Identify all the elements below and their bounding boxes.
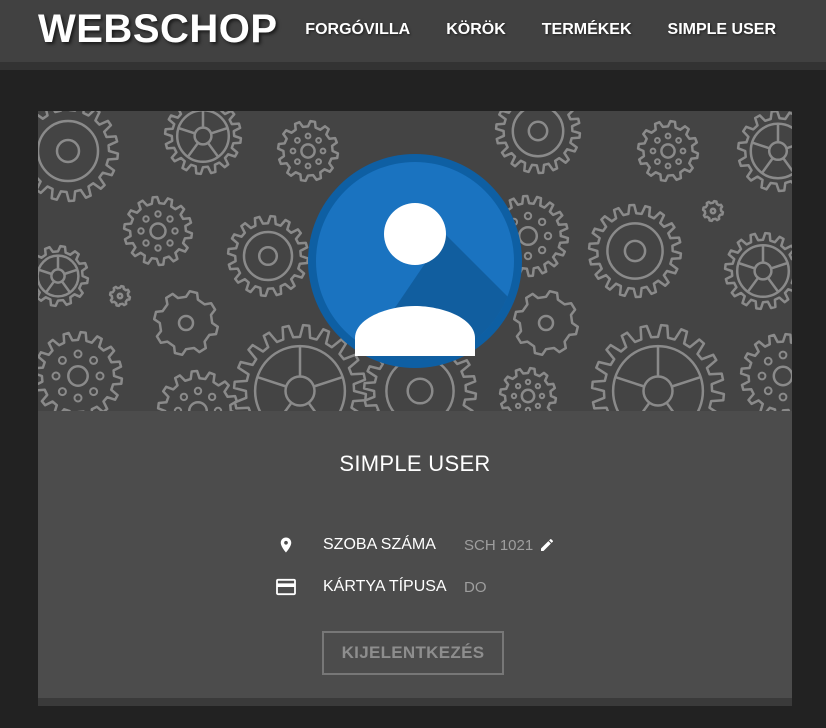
nav-links: FORGÓVILLA KÖRÖK TERMÉKEK SIMPLE USER [305,0,776,60]
nav-link-korok[interactable]: KÖRÖK [446,21,506,39]
location-pin-icon [274,533,298,557]
card-bottom-strip [38,698,792,706]
account-circle-icon [308,154,522,368]
room-number-value-wrap: SCH 1021 [464,537,555,554]
nav-link-forgovilla[interactable]: FORGÓVILLA [305,21,410,39]
top-navbar: WEBSCHOP FORGÓVILLA KÖRÖK TERMÉKEK SIMPL… [0,0,826,62]
profile-username: SIMPLE USER [339,451,491,476]
card-type-row: KÁRTYA TÍPUSA DO [274,575,487,599]
profile-card: SIMPLE USER SZOBA SZÁMA SCH 1021 KÁRTYA … [38,111,792,698]
credit-card-icon [274,575,298,599]
brand-logo[interactable]: WEBSCHOP [38,6,278,52]
pencil-icon[interactable] [539,537,555,553]
card-type-label: KÁRTYA TÍPUSA [323,578,447,595]
nav-link-termekek[interactable]: TERMÉKEK [542,21,632,39]
room-number-value: SCH 1021 [464,536,534,554]
logout-button[interactable]: KIJELENTKEZÉS [322,631,504,675]
card-type-value: DO [464,578,487,596]
room-number-row: SZOBA SZÁMA SCH 1021 [274,533,554,557]
nav-link-user[interactable]: SIMPLE USER [668,21,776,39]
navbar-shadow-strip [0,62,826,70]
room-number-label: SZOBA SZÁMA [323,536,436,553]
